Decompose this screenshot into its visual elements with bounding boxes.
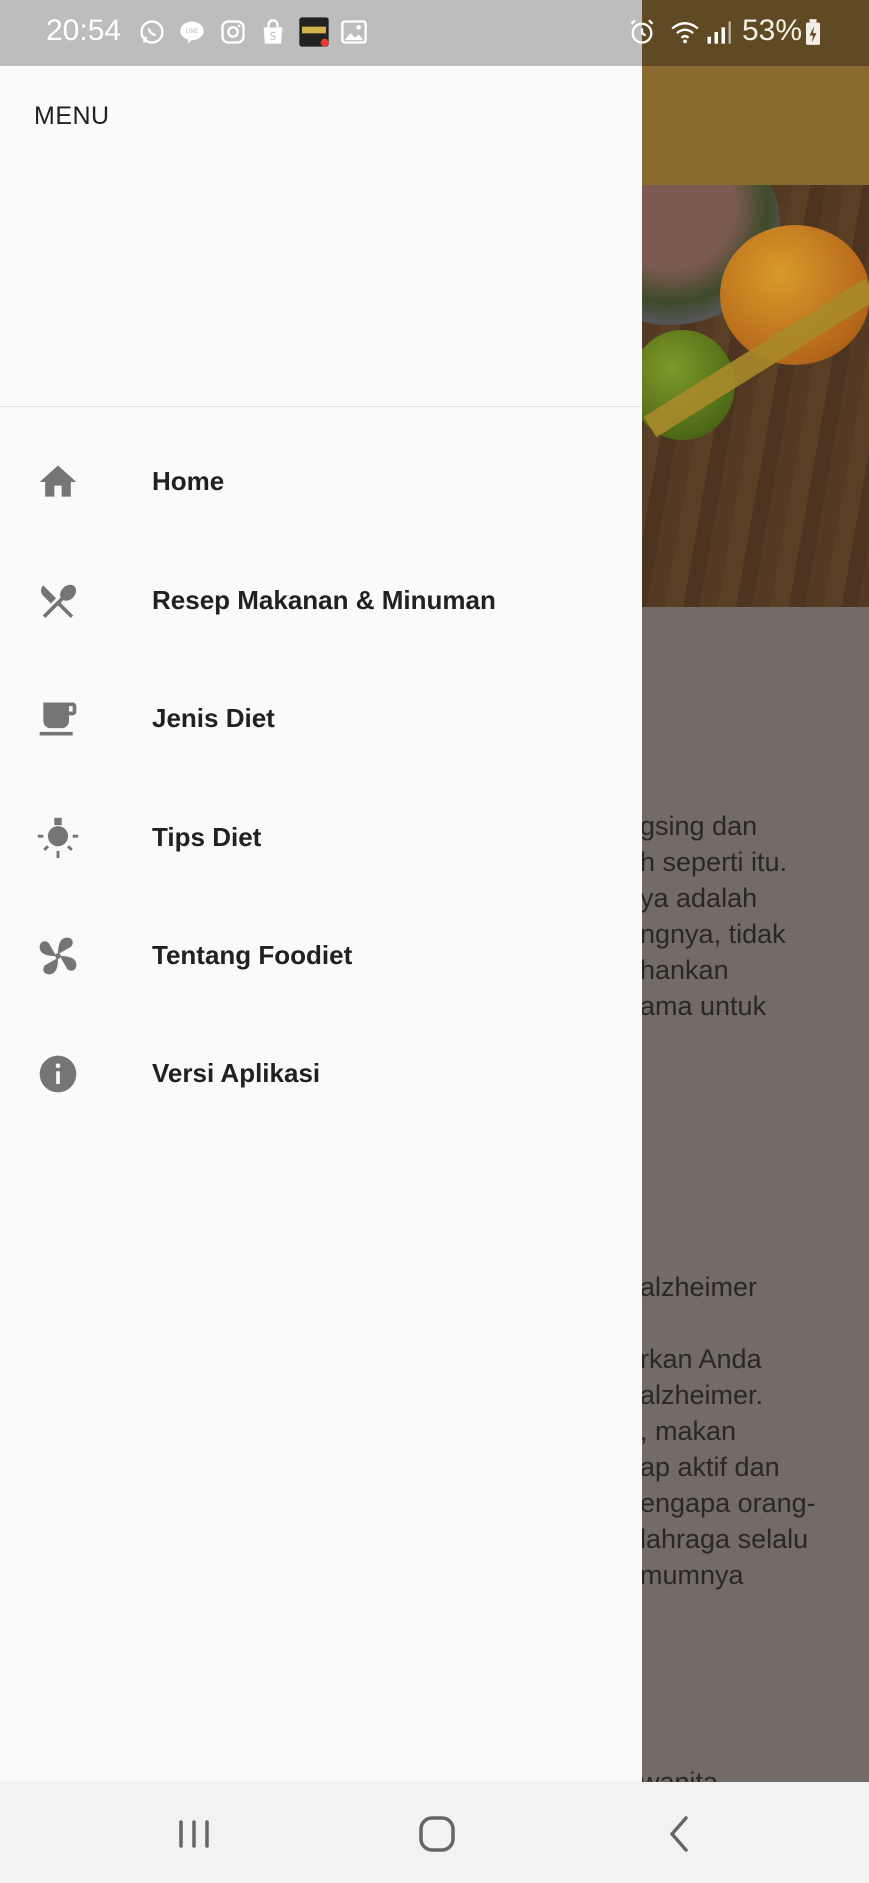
shopee-icon: S [263, 19, 283, 44]
article-line: lahraga selalu [640, 1524, 809, 1554]
menu-item-label: Tips Diet [152, 822, 262, 852]
recent-apps-icon[interactable] [170, 1810, 218, 1858]
line-icon: LINE [180, 21, 204, 44]
menu-item-label: Tentang Foodiet [152, 940, 353, 970]
menu-item-label: Resep Makanan & Minuman [152, 585, 496, 615]
article-line: ngnya, tidak [640, 919, 786, 949]
article-line: engapa orang- [640, 1488, 816, 1518]
menu-item-label: Home [152, 466, 225, 496]
coffee-cup-icon [39, 702, 77, 736]
home-icon [39, 465, 77, 497]
menu-item-tips-diet[interactable]: Tips Diet [0, 788, 642, 888]
article-line: ya adalah [640, 883, 758, 913]
gallery-icon [341, 20, 367, 44]
menu-item-versi[interactable]: Versi Aplikasi [0, 1024, 642, 1124]
article-line: gsing dan [640, 811, 758, 841]
menu-item-label: Versi Aplikasi [152, 1058, 321, 1088]
article-line: ap aktif dan [640, 1452, 780, 1482]
svg-text:S: S [270, 31, 277, 43]
svg-text:LINE: LINE [185, 29, 198, 35]
status-bar: 20:54 LINE S 53% [0, 0, 869, 66]
article-line: mumnya [640, 1560, 744, 1590]
drawer-title: MENU [34, 102, 110, 130]
info-icon [39, 1055, 77, 1093]
menu-item-resep[interactable]: Resep Makanan & Minuman [0, 551, 642, 651]
pinwheel-icon [39, 937, 77, 975]
instagram-icon [221, 20, 245, 44]
article-line: , makan [640, 1416, 737, 1446]
utensils-icon [41, 584, 77, 619]
drawer-header: MENU [0, 66, 642, 407]
system-nav-bar [0, 1782, 869, 1883]
menu-item-home[interactable]: Home [0, 432, 642, 532]
article-line: ama untuk [640, 991, 767, 1021]
alarm-icon [630, 19, 654, 44]
menu-item-label: Jenis Diet [152, 703, 275, 733]
status-time: 20:54 [46, 14, 122, 47]
home-button-icon[interactable] [413, 1810, 461, 1858]
article-line: alzheimer [640, 1272, 758, 1302]
battery-percent: 53% [742, 14, 803, 47]
article-line: hankan [640, 955, 729, 985]
article-line: alzheimer. [640, 1380, 764, 1410]
navigation-drawer: MENU Home Resep Makanan & Minuman Jenis … [0, 66, 642, 1782]
signal-icon [707, 21, 731, 44]
battery-charging-icon [806, 19, 820, 45]
menu-item-jenis-diet[interactable]: Jenis Diet [0, 669, 642, 769]
lightbulb-icon [37, 817, 79, 859]
menu-item-tentang[interactable]: Tentang Foodiet [0, 906, 642, 1006]
article-line: rkan Anda [640, 1344, 762, 1374]
game-icon [299, 17, 329, 47]
wifi-icon [671, 22, 699, 44]
article-line: h seperti itu. [640, 847, 788, 877]
whatsapp-icon [140, 20, 164, 44]
back-icon[interactable] [656, 1810, 704, 1858]
